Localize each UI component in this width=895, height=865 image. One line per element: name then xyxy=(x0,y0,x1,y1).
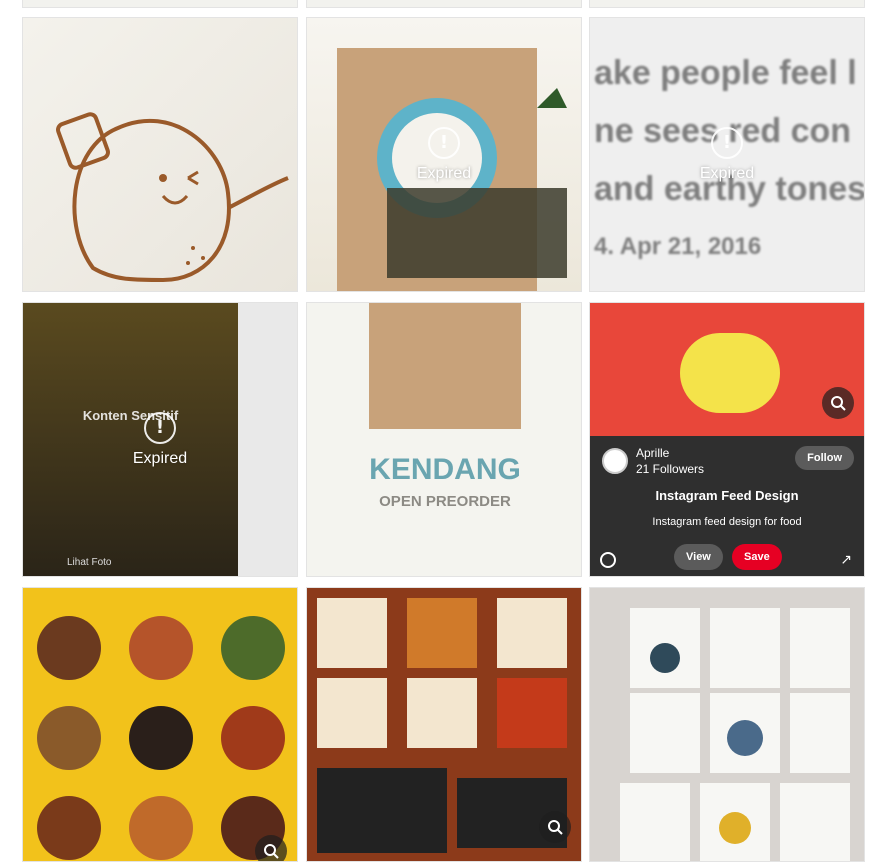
kendang-title: KENDANG xyxy=(369,453,521,486)
comment-icon[interactable] xyxy=(600,552,616,568)
expired-overlay: ! Expired xyxy=(23,303,297,576)
image-results-grid: ! Expired ake people feel l ne sees red … xyxy=(0,0,895,865)
menu-designs-illustration xyxy=(620,608,850,861)
alert-icon: ! xyxy=(711,126,743,159)
alert-icon: ! xyxy=(144,411,176,444)
visual-search-icon[interactable] xyxy=(255,835,287,861)
expired-overlay: ! Expired xyxy=(590,18,864,291)
image-tile-menu-designs[interactable] xyxy=(589,587,865,862)
pin-card: Aprille 21 Followers Follow Instagram Fe… xyxy=(590,436,864,576)
expired-label: Expired xyxy=(132,449,188,467)
image-tile-top-1[interactable] xyxy=(22,0,298,8)
expired-label: Expired xyxy=(699,164,755,182)
alert-icon: ! xyxy=(428,126,460,159)
pin-author-name[interactable]: Aprille xyxy=(636,446,669,460)
avatar[interactable] xyxy=(602,448,628,474)
image-tile-blurred-text[interactable]: ake people feel l ne sees red con and ea… xyxy=(589,17,865,292)
expired-label: Expired xyxy=(416,164,472,182)
image-tile-top-3[interactable] xyxy=(589,0,865,8)
kendang-subtitle: OPEN PREORDER xyxy=(379,493,511,510)
potato-illustration xyxy=(56,112,289,283)
image-tile-food-brown[interactable] xyxy=(306,587,582,862)
pin-description: Instagram feed design for food xyxy=(652,516,802,528)
image-tile-potato-drawing[interactable] xyxy=(22,17,298,292)
visual-search-icon[interactable] xyxy=(822,387,854,419)
image-tile-instagram-feed[interactable]: Aprille 21 Followers Follow Instagram Fe… xyxy=(589,302,865,577)
follow-button[interactable]: Follow xyxy=(795,446,854,470)
save-button[interactable]: Save xyxy=(732,544,782,570)
share-icon[interactable]: ↗ xyxy=(840,552,852,568)
pin-followers: 21 Followers xyxy=(636,462,705,476)
image-tile-kendang-bag[interactable]: ! Expired xyxy=(306,17,582,292)
image-tile-top-2[interactable] xyxy=(306,0,582,8)
image-tile-kendang-preorder[interactable]: KENDANG OPEN PREORDER xyxy=(306,302,582,577)
food-grid-illustration xyxy=(37,616,285,860)
visual-search-icon[interactable] xyxy=(539,811,571,843)
view-button[interactable]: View xyxy=(674,544,723,570)
image-tile-sensitive-content[interactable]: Konten Sensitif ! Expired Lihat Foto xyxy=(22,302,298,577)
expired-overlay: ! Expired xyxy=(307,18,581,291)
pin-title: Instagram Feed Design xyxy=(655,488,799,503)
lihat-foto-label: Lihat Foto xyxy=(67,557,112,568)
image-tile-food-grid-yellow[interactable] xyxy=(22,587,298,862)
